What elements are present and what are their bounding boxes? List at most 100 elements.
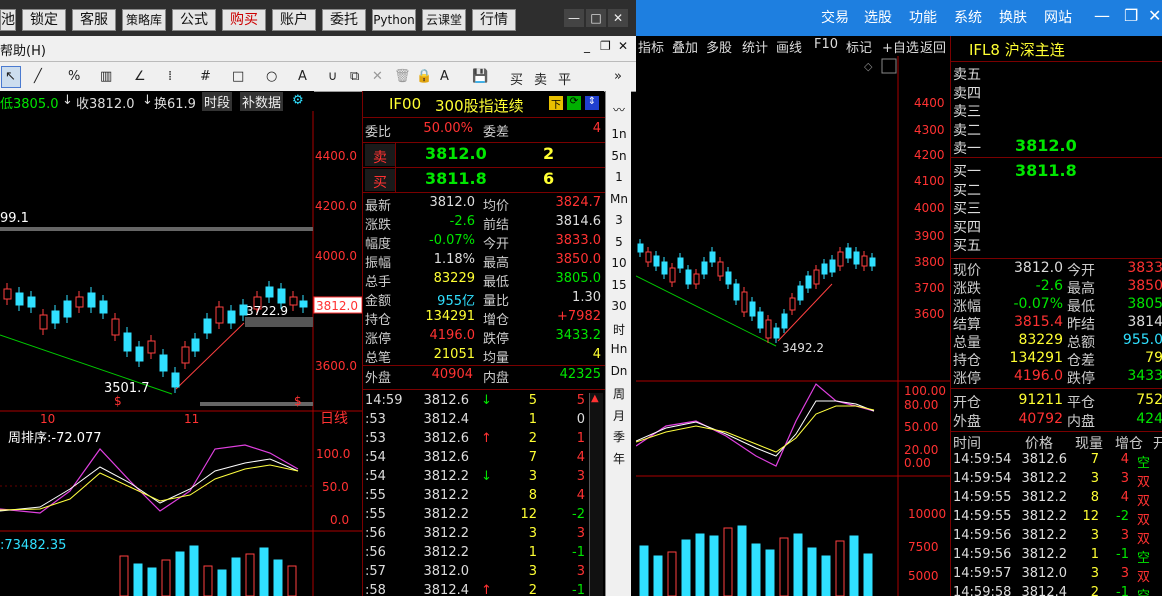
nav-service-button[interactable]: 客服 — [72, 9, 116, 31]
menu-skin[interactable]: 换肤 — [999, 7, 1027, 27]
nav-order-button[interactable]: 委托 — [322, 9, 366, 31]
tick-qty: 2 — [528, 431, 537, 446]
settings-icon[interactable]: ⚙ — [292, 93, 304, 108]
right-restore-button[interactable]: ❐ — [1124, 6, 1138, 25]
rt-multi[interactable]: 多股 — [706, 37, 732, 56]
period-option[interactable]: 周 — [606, 385, 632, 402]
indicator-tick: 0.0 — [330, 513, 349, 527]
down-flag-icon[interactable]: 下 — [549, 96, 563, 111]
rt-back[interactable]: 返回 — [920, 37, 946, 56]
tick-scrollbar[interactable]: ▲ — [589, 393, 603, 596]
period-option[interactable]: 1n — [606, 127, 632, 141]
delete-tool-icon[interactable]: ✕ — [372, 69, 383, 84]
nav-pool-button[interactable]: 池 — [0, 9, 16, 31]
buy-tool-icon[interactable]: 买 — [510, 69, 523, 88]
quote-stat-row: 持仓 134291 增仓 +7982 — [363, 309, 605, 328]
tick-delta: -1 — [572, 545, 585, 560]
scroll-up-icon[interactable]: ▲ — [591, 393, 599, 404]
nav-python-button[interactable]: Python — [372, 9, 416, 31]
quote-stat-row: 涨停 4196.0 跌停 3433.2 — [363, 328, 605, 347]
menu-function[interactable]: 功能 — [909, 7, 937, 27]
menu-help[interactable]: 帮助(H) — [0, 40, 46, 59]
refresh-icon[interactable]: ⟳ — [567, 96, 581, 110]
period-option[interactable]: 1 — [606, 170, 632, 184]
period-option[interactable]: 月 — [606, 407, 632, 424]
period-option[interactable]: 30 — [606, 299, 632, 313]
nav-lock-button[interactable]: 锁定 — [22, 9, 66, 31]
period-option[interactable]: 5n — [606, 149, 632, 163]
save-tool-icon[interactable]: 💾 — [472, 69, 488, 84]
percent-tool-icon[interactable]: % — [68, 69, 80, 84]
menu-stock-pick[interactable]: 选股 — [864, 7, 892, 27]
fib-tool-icon[interactable]: ⁞ — [168, 69, 172, 84]
right-minimize-button[interactable]: — — [1094, 6, 1110, 25]
rt-indicator[interactable]: 指标 — [638, 37, 664, 56]
mdi-close-icon[interactable]: ✕ — [618, 39, 628, 53]
nav-account-button[interactable]: 账户 — [272, 9, 316, 31]
period-option[interactable]: 15 — [606, 278, 632, 292]
period-option[interactable]: 5 — [606, 235, 632, 249]
candle-body — [215, 306, 224, 324]
menu-website[interactable]: 网站 — [1044, 7, 1072, 27]
toolbar-more-icon[interactable]: » — [614, 69, 622, 84]
rt-mark[interactable]: 标记 — [846, 37, 872, 56]
grid-tool-icon[interactable]: # — [200, 69, 211, 84]
diamond-icon[interactable]: ◇ — [864, 60, 873, 73]
tick-header: 开 — [1153, 436, 1162, 452]
trash-tool-icon[interactable]: 🗑 — [394, 69, 411, 84]
volume-bar — [653, 555, 663, 596]
nav-strategy-button[interactable]: 策略库 — [122, 9, 166, 31]
nav-formula-button[interactable]: 公式 — [172, 9, 216, 31]
volume-bar — [723, 527, 733, 596]
lock-tool-icon[interactable]: 🔒 — [416, 69, 432, 84]
period-option[interactable]: 时 — [606, 321, 632, 338]
angle-tool-icon[interactable]: ∠ — [134, 69, 146, 84]
period-option[interactable]: 季 — [606, 428, 632, 445]
bid-level-label: 买四 — [953, 219, 981, 236]
minimize-button[interactable]: — — [564, 9, 584, 27]
right-outer-inner-row: 外盘 40792 内盘 424 — [951, 411, 1162, 430]
copy-tool-icon[interactable]: ⧉ — [350, 69, 359, 84]
maximize-button[interactable]: □ — [586, 9, 606, 27]
nav-cloud-class-button[interactable]: 云课堂 — [422, 9, 466, 31]
tick-time: :54 — [365, 469, 386, 484]
rt-draw[interactable]: 画线 — [776, 37, 802, 56]
rectangle-tool-icon[interactable]: □ — [232, 69, 244, 84]
cursor-icon[interactable]: ↖ — [5, 69, 16, 84]
period-option[interactable]: 3 — [606, 213, 632, 227]
menu-trade[interactable]: 交易 — [821, 7, 849, 27]
rt-stats[interactable]: 统计 — [742, 37, 768, 56]
close-button[interactable]: ✕ — [608, 9, 628, 27]
rt-f10[interactable]: F10 — [814, 37, 838, 52]
text-tool-icon[interactable]: A — [298, 69, 307, 84]
close-position-tool-icon[interactable]: 平 — [558, 69, 571, 88]
tick-chart-icon[interactable]: 〰 — [606, 101, 632, 118]
nav-market-button[interactable]: 行情 — [472, 9, 516, 31]
ellipse-tool-icon[interactable]: ○ — [266, 69, 277, 84]
period-option[interactable]: Hn — [606, 342, 632, 356]
tick-qty: 2 — [1090, 585, 1099, 596]
period-option[interactable]: 年 — [606, 450, 632, 467]
nav-buy-button[interactable]: 购买 — [222, 9, 266, 31]
sell-tool-icon[interactable]: 卖 — [534, 69, 547, 88]
bar-tool-icon[interactable]: ▥ — [100, 69, 112, 84]
scroll-icon[interactable]: ⇕ — [585, 96, 599, 110]
font-color-icon[interactable]: A — [440, 69, 449, 84]
period-option[interactable]: Mn — [606, 192, 632, 206]
rt-add-fav[interactable]: +自选 — [882, 37, 919, 56]
menu-system[interactable]: 系统 — [954, 7, 982, 27]
right-close-button[interactable]: ✕ — [1148, 6, 1161, 25]
candle-body — [853, 251, 860, 265]
fill-data-button[interactable]: 补数据 — [240, 92, 284, 111]
period-option[interactable]: Dn — [606, 364, 632, 378]
mdi-restore-icon[interactable]: ❐ — [600, 39, 611, 53]
stat-value: 3805.0 — [555, 271, 602, 286]
tick-price: 3812.4 — [423, 412, 470, 427]
rt-overlay[interactable]: 叠加 — [672, 37, 698, 56]
tick-time: :57 — [365, 564, 386, 579]
period-button[interactable]: 时段 — [202, 92, 233, 111]
line-tool-icon[interactable]: ╱ — [34, 69, 42, 84]
mdi-minimize-icon[interactable]: _ — [584, 39, 590, 53]
magnet-tool-icon[interactable]: ∪ — [328, 69, 338, 84]
period-option[interactable]: 10 — [606, 256, 632, 270]
